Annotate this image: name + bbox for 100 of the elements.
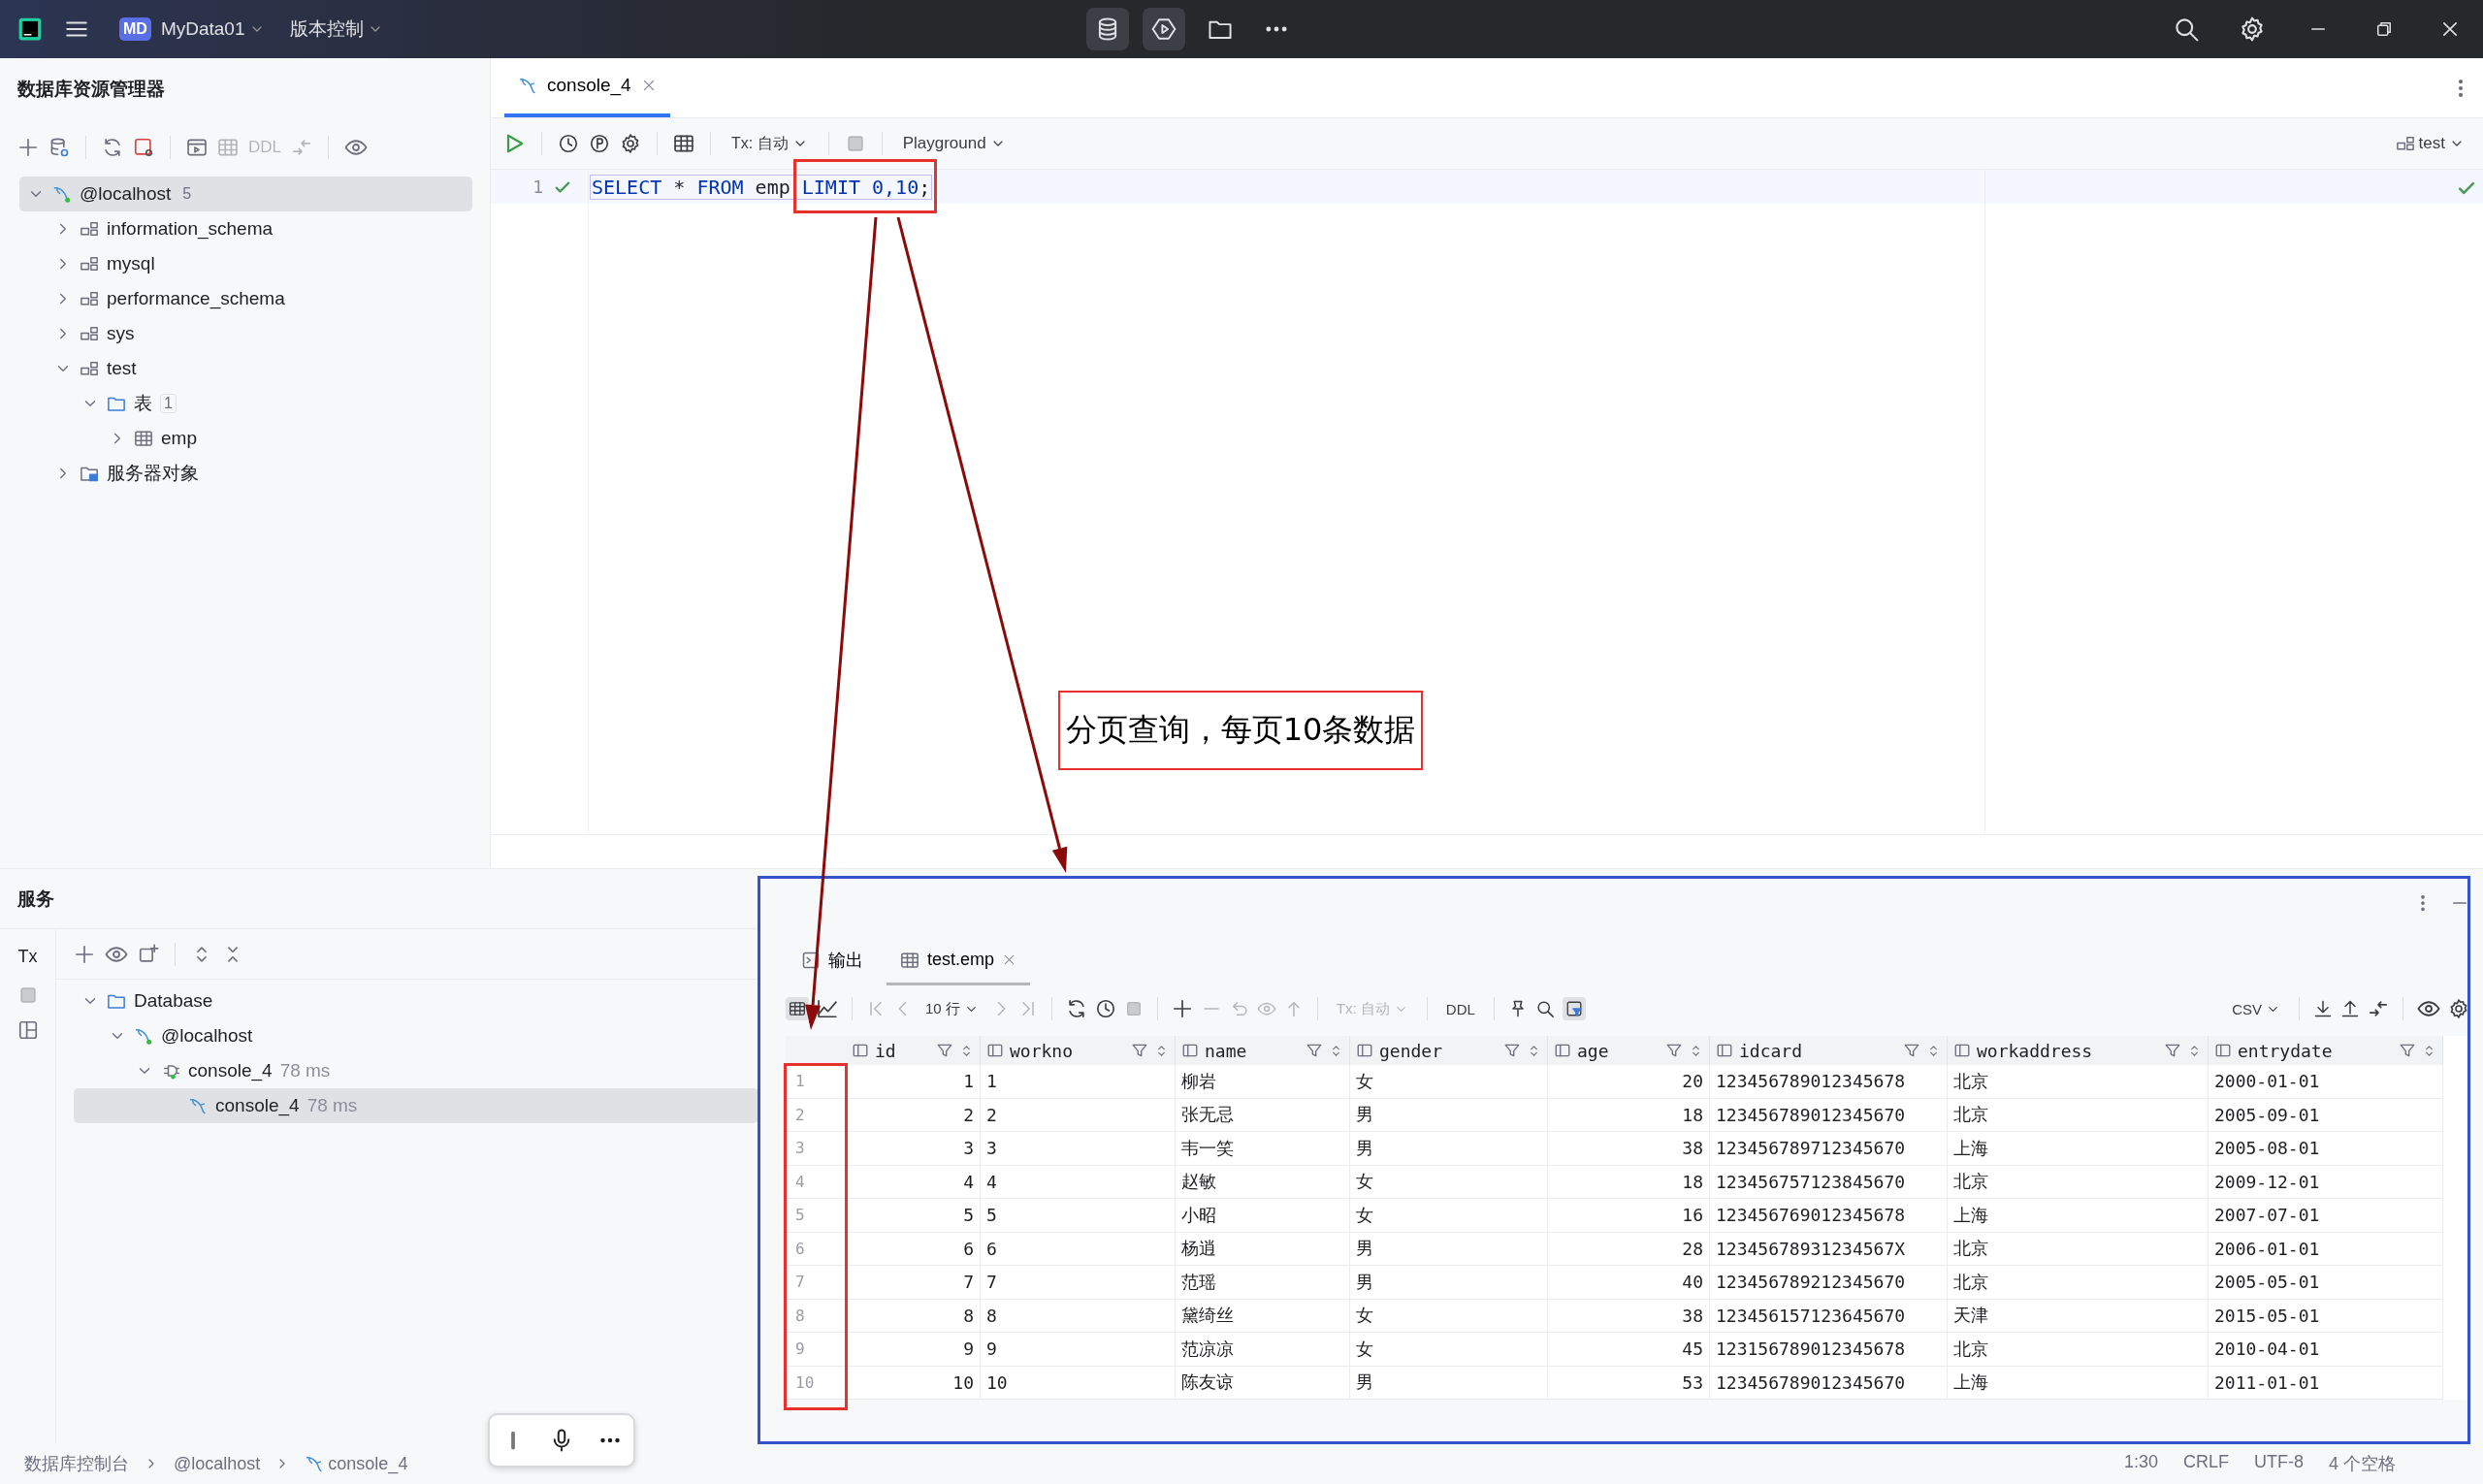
table-cell: 2005-08-01: [2209, 1132, 2443, 1166]
table-cell: 123456789212345670: [1710, 1266, 1948, 1300]
breadcrumb[interactable]: console_4: [300, 1449, 413, 1478]
schema-icon: [80, 324, 99, 343]
row-number: 10: [786, 1366, 846, 1400]
item-label: sys: [107, 323, 135, 344]
table-cell: 18: [1548, 1165, 1710, 1199]
transaction-mode-button[interactable]: Tx: [13, 943, 43, 971]
search-icon[interactable]: [1534, 999, 1555, 1018]
status-item[interactable]: CRLF: [2182, 1452, 2229, 1475]
tree-item[interactable]: Database: [74, 984, 758, 1018]
table-cell: 北京: [1948, 1266, 2209, 1300]
table-cell: 2005-05-01: [2209, 1266, 2443, 1300]
tree-item[interactable]: console_4 78 ms: [74, 1053, 758, 1088]
schema-dropdown[interactable]: test: [2390, 130, 2469, 157]
run-icon[interactable]: [1151, 16, 1177, 42]
search-icon[interactable]: [2173, 16, 2200, 43]
column-header[interactable]: age: [1548, 1036, 1710, 1065]
table-cell: 上海: [1948, 1199, 2209, 1233]
filter-icon[interactable]: [1306, 1042, 1323, 1059]
result-tab[interactable]: 输出: [788, 937, 877, 985]
table-cell: 女: [1350, 1199, 1548, 1233]
parameter-icon[interactable]: [589, 133, 610, 154]
status-item[interactable]: 1:30: [2123, 1452, 2158, 1475]
playground-dropdown[interactable]: Playground: [897, 130, 1011, 157]
settings-icon[interactable]: [2239, 16, 2266, 43]
filter-icon[interactable]: [1131, 1042, 1148, 1059]
column-header[interactable]: workaddress: [1948, 1036, 2209, 1065]
tree-item[interactable]: 表 1: [19, 386, 472, 421]
add-row-icon[interactable]: [1171, 998, 1193, 1019]
tree-item[interactable]: sys: [19, 316, 472, 351]
upload-icon[interactable]: [2340, 999, 2360, 1018]
tree-item[interactable]: information_schema: [19, 211, 472, 246]
filter-icon[interactable]: [1903, 1042, 1920, 1059]
history-icon[interactable]: [1094, 998, 1116, 1019]
tree-item[interactable]: @localhost: [74, 1018, 758, 1053]
database-settings-icon[interactable]: [48, 137, 70, 158]
schema-icon: [80, 219, 99, 239]
tree-item[interactable]: emp: [19, 421, 472, 456]
table-cell: 38: [1548, 1299, 1710, 1333]
history-icon[interactable]: [558, 133, 579, 154]
table-cell: 53: [1548, 1366, 1710, 1400]
disconnect-icon[interactable]: [133, 137, 154, 158]
status-item[interactable]: 4 个空格: [2329, 1452, 2396, 1475]
schema-icon: [80, 289, 99, 308]
refresh-icon[interactable]: [102, 137, 123, 158]
table-view-icon[interactable]: [673, 133, 694, 154]
project-menu[interactable]: MD MyData01: [114, 14, 270, 45]
item-label: console_4: [188, 1060, 273, 1081]
layout-icon[interactable]: [16, 1019, 39, 1041]
column-header[interactable]: workno: [981, 1036, 1176, 1065]
column-header[interactable]: entrydate: [2209, 1036, 2443, 1065]
filter-icon[interactable]: [936, 1042, 953, 1059]
settings-icon[interactable]: [2448, 998, 2469, 1019]
host-icon: [134, 1026, 153, 1046]
tree-item[interactable]: mysql: [19, 246, 472, 281]
table-cell: 上海: [1948, 1366, 2209, 1400]
download-icon[interactable]: [2313, 999, 2333, 1018]
tree-item[interactable]: 服务器对象: [19, 456, 472, 491]
item-label: information_schema: [107, 218, 274, 240]
table-cell: 2000-01-01: [2209, 1065, 2443, 1099]
tree-item[interactable]: test: [19, 351, 472, 386]
ddl-button[interactable]: DDL: [1440, 996, 1480, 1021]
page-size-dropdown[interactable]: 10 行: [920, 995, 984, 1022]
tree-item[interactable]: @localhost 5: [19, 177, 472, 211]
add-icon[interactable]: [17, 137, 39, 158]
compare-icon[interactable]: [2368, 998, 2389, 1019]
row-number: 2: [786, 1098, 846, 1132]
column-header[interactable]: id: [846, 1036, 981, 1065]
vcs-menu[interactable]: 版本控制: [284, 13, 388, 46]
table-view-icon[interactable]: [786, 997, 809, 1020]
column-header[interactable]: gender: [1350, 1036, 1548, 1065]
chart-icon[interactable]: [817, 998, 838, 1019]
item-label: console_4: [215, 1095, 300, 1116]
result-tab[interactable]: test.emp: [887, 937, 1031, 985]
table-cell: 20: [1548, 1065, 1710, 1099]
new-tab-icon[interactable]: [138, 943, 159, 965]
column-header[interactable]: idcard: [1710, 1036, 1948, 1065]
header-corner: [786, 1036, 846, 1065]
restore-icon[interactable]: [2374, 19, 2394, 39]
breadcrumb[interactable]: @localhost: [169, 1449, 266, 1478]
filter-icon[interactable]: [2399, 1042, 2416, 1059]
tree-item[interactable]: performance_schema: [19, 281, 472, 316]
transaction-dropdown[interactable]: Tx: 自动: [726, 129, 813, 158]
table-cell: 10: [981, 1366, 1176, 1400]
filter-icon[interactable]: [1665, 1042, 1683, 1059]
column-icon: [986, 1042, 1004, 1059]
export-format-dropdown[interactable]: CSV: [2227, 996, 2285, 1021]
tree-item[interactable]: console_4 78 ms: [74, 1088, 758, 1123]
status-item[interactable]: UTF-8: [2254, 1452, 2304, 1475]
filter-icon[interactable]: [1503, 1042, 1521, 1059]
settings-icon[interactable]: [620, 133, 641, 154]
filter-icon[interactable]: [2164, 1042, 2181, 1059]
column-header[interactable]: name: [1176, 1036, 1350, 1065]
table-cell: 123456157123645670: [1710, 1299, 1948, 1333]
console-icon[interactable]: [186, 137, 208, 158]
filter-view-icon[interactable]: [1562, 997, 1586, 1020]
item-label: 服务器对象: [107, 462, 199, 485]
breadcrumb[interactable]: 数据库控制台: [19, 1448, 134, 1479]
add-icon[interactable]: [74, 943, 95, 965]
